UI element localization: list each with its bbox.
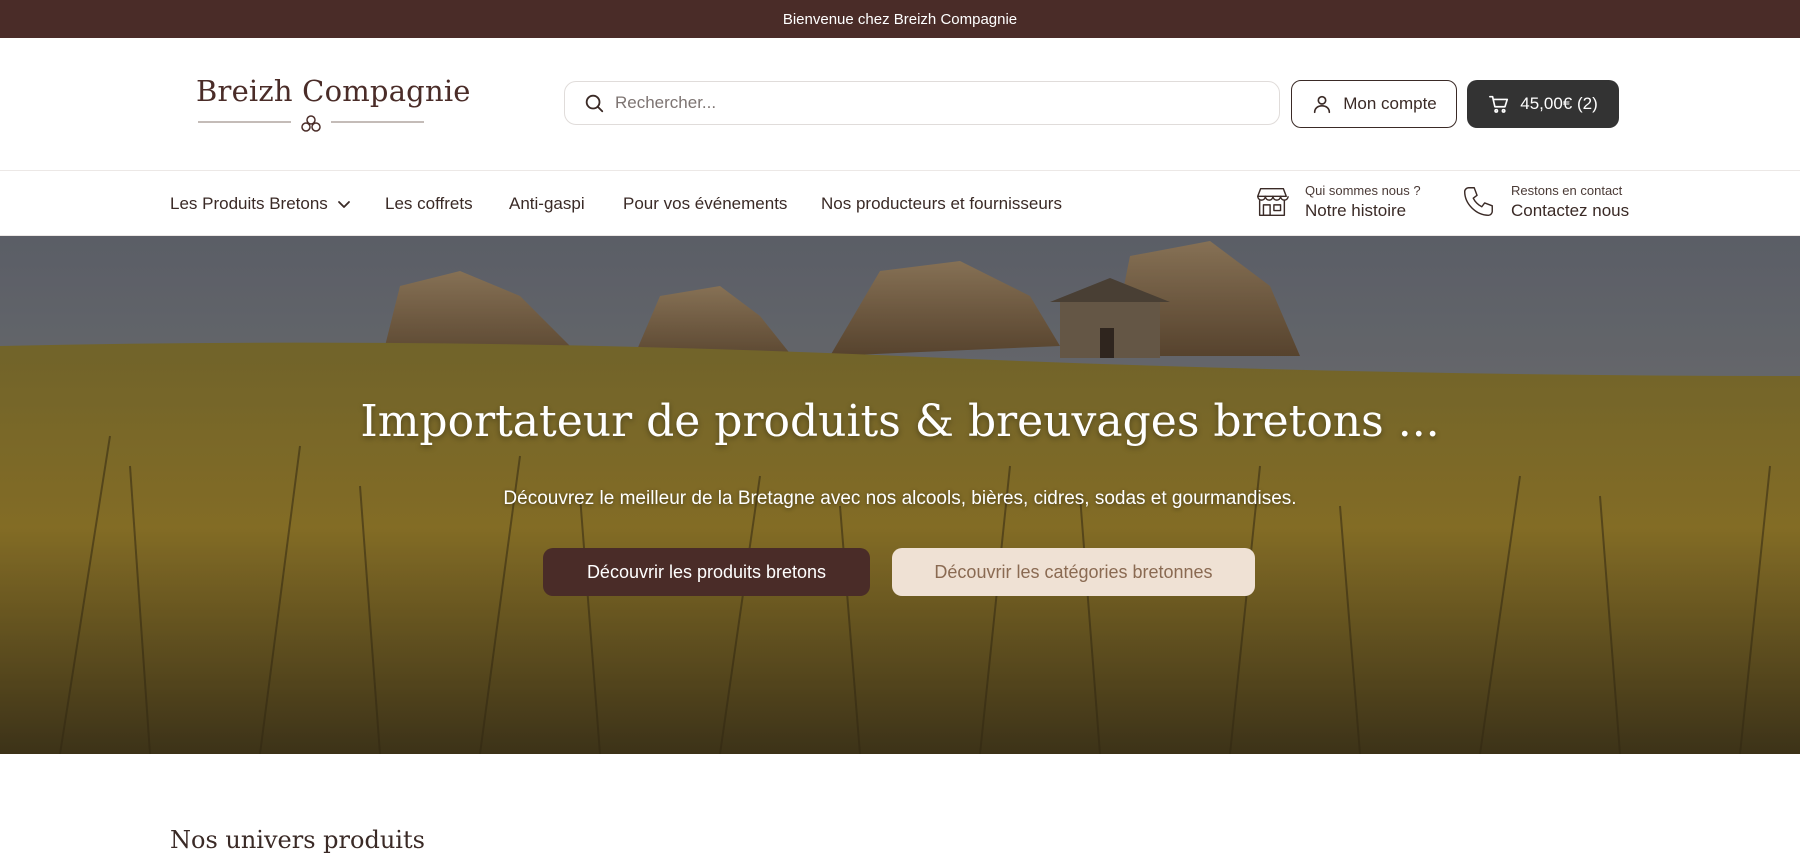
phone-icon xyxy=(1463,187,1493,217)
account-button[interactable]: Mon compte xyxy=(1291,80,1457,128)
main-navigation: Les Produits Bretons Les coffrets Anti-g… xyxy=(0,170,1800,236)
chevron-down-icon xyxy=(337,201,350,208)
site-logo[interactable]: Breizh Compagnie xyxy=(196,74,471,134)
nav-item-label: Anti-gaspi xyxy=(509,194,585,213)
search-box[interactable] xyxy=(564,81,1280,125)
hero-banner: Importateur de produits & breuvages bret… xyxy=(0,236,1800,754)
discover-categories-button[interactable]: Découvrir les catégories bretonnes xyxy=(892,548,1255,596)
logo-text: Breizh Compagnie xyxy=(196,74,471,108)
account-label: Mon compte xyxy=(1343,94,1437,113)
cart-button[interactable]: 45,00€ (2) xyxy=(1467,80,1619,128)
contact-small-text: Restons en contact xyxy=(1511,183,1623,198)
nav-item-coffrets[interactable]: Les coffrets xyxy=(385,194,473,214)
nav-item-evenements[interactable]: Pour vos événements xyxy=(623,194,787,214)
hero-subtitle: Découvrez le meilleur de la Bretagne ave… xyxy=(503,488,1297,509)
user-icon xyxy=(1314,95,1331,114)
search-input[interactable] xyxy=(615,93,1255,113)
nav-item-label: Nos producteurs et fournisseurs xyxy=(821,194,1062,213)
announcement-bar: Bienvenue chez Breizh Compagnie xyxy=(0,0,1800,38)
site-header: Breizh Compagnie Mon compte 45,00€ (2) xyxy=(0,38,1800,170)
section-title: Nos univers produits xyxy=(170,826,425,854)
story-small-text: Qui sommes nous ? xyxy=(1305,183,1421,198)
nav-item-produits-bretons[interactable]: Les Produits Bretons xyxy=(170,194,352,214)
discover-products-button[interactable]: Découvrir les produits bretons xyxy=(543,548,870,596)
cart-total: 45,00€ (2) xyxy=(1520,94,1598,113)
nav-item-anti-gaspi[interactable]: Anti-gaspi xyxy=(509,194,585,214)
shop-icon xyxy=(1257,187,1289,217)
story-link[interactable]: Qui sommes nous ? Notre histoire xyxy=(1253,183,1421,221)
announcement-text: Bienvenue chez Breizh Compagnie xyxy=(782,10,1018,28)
cart-icon xyxy=(1489,95,1509,113)
contact-big-text: Contactez nous xyxy=(1511,201,1630,220)
triskell-icon xyxy=(198,115,424,132)
nav-item-label: Les Produits Bretons xyxy=(170,194,328,213)
hero-title: Importateur de produits & breuvages bret… xyxy=(360,396,1440,447)
nav-item-producteurs[interactable]: Nos producteurs et fournisseurs xyxy=(821,194,1062,214)
story-big-text: Notre histoire xyxy=(1305,201,1407,220)
nav-item-label: Pour vos événements xyxy=(623,194,788,213)
search-icon xyxy=(585,94,604,113)
contact-link[interactable]: Restons en contact Contactez nous xyxy=(1459,183,1629,221)
nav-item-label: Les coffrets xyxy=(385,194,473,213)
